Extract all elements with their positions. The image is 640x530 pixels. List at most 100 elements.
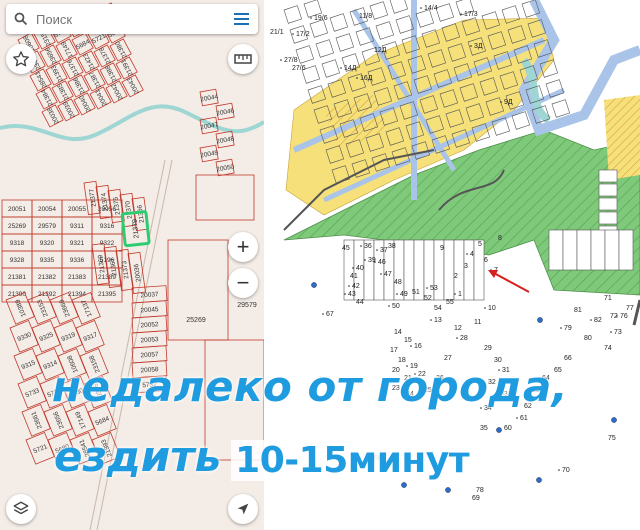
parcel[interactable]: 25269 <box>1 216 33 235</box>
parcel[interactable]: 21367 <box>103 245 122 289</box>
ruler-button[interactable] <box>228 44 258 74</box>
parcel[interactable]: 21387 <box>83 68 106 92</box>
parcel-number: 20038 <box>46 106 61 126</box>
parcel[interactable]: 5721 <box>25 431 55 465</box>
plot-number: 28 <box>460 335 468 342</box>
parcel[interactable]: 21395 <box>91 284 123 303</box>
plot-number: 52 <box>424 295 432 302</box>
parcel[interactable]: 20039 <box>57 98 80 122</box>
parcel[interactable]: 21382 <box>31 267 63 286</box>
parcel[interactable]: 23661 <box>21 403 51 437</box>
parcel[interactable]: 9335 <box>31 250 63 269</box>
parcel[interactable]: 20044 <box>199 88 220 107</box>
layers-button[interactable] <box>6 494 36 524</box>
plot-number: 41 <box>350 273 358 280</box>
parcel[interactable]: 9330 <box>9 319 39 353</box>
favorites-button[interactable] <box>6 44 36 74</box>
parcel[interactable]: 9318 <box>1 233 33 252</box>
parcel[interactable] <box>195 174 255 221</box>
parcel[interactable]: 20054 <box>31 199 63 218</box>
locate-me-button[interactable] <box>228 494 258 524</box>
plus-icon: + <box>236 234 250 259</box>
plot-number: 73 <box>614 329 622 336</box>
parcel[interactable]: 21373 <box>115 248 134 292</box>
parcel[interactable]: 9316 <box>91 216 123 235</box>
caption-travel-time: 10-15минут <box>231 440 474 481</box>
parcel[interactable]: 28541 <box>29 68 52 92</box>
parcel[interactable]: 17149 <box>55 38 78 62</box>
star-icon <box>13 51 29 67</box>
parcel-number: 21423 <box>82 52 97 72</box>
parcel[interactable]: 20041 <box>89 86 112 110</box>
parcel[interactable]: 9320 <box>31 233 63 252</box>
plot-number: 29 <box>484 345 492 352</box>
search-bar[interactable] <box>6 4 258 34</box>
parcel[interactable]: 21385 <box>51 80 74 104</box>
plot-number: 11 <box>474 319 481 326</box>
plot-number: 8 <box>498 235 502 242</box>
parcel[interactable]: 20038 <box>41 104 64 128</box>
plot-number: 61 <box>520 415 528 422</box>
parcel[interactable] <box>167 239 229 341</box>
parcel-number: 9325 <box>38 331 54 343</box>
parcel-number: 20040 <box>78 94 93 114</box>
caption-line-2: ездить 10-15минут <box>54 432 474 481</box>
parcel-number: 23661 <box>30 410 43 430</box>
parcel[interactable]: 21393 <box>45 62 68 86</box>
plot-number: 45 <box>342 245 350 252</box>
plot-number: 1 <box>458 291 462 298</box>
parcel[interactable]: 9328 <box>1 250 33 269</box>
plot-number: 19/6 <box>314 15 328 22</box>
parcel[interactable]: 21383 <box>61 267 93 286</box>
parcel[interactable]: 20040 <box>73 92 96 116</box>
search-icon[interactable] <box>6 4 36 34</box>
parcel[interactable]: 20047 <box>199 116 220 135</box>
parcel[interactable]: 21388 <box>99 62 122 86</box>
parcel[interactable]: 21423 <box>77 50 100 74</box>
parcel[interactable]: 21380 <box>109 38 132 62</box>
plot-number: 75 <box>608 435 616 442</box>
location-arrow <box>488 270 530 293</box>
parcel[interactable]: 20043 <box>121 74 144 98</box>
parcel-number: 17149 <box>60 40 75 60</box>
plot-number: 36 <box>364 243 372 250</box>
parcel-number: 21384 <box>40 88 55 108</box>
parcel-number: 9335 <box>40 257 55 264</box>
plot-number: 13 <box>434 317 442 324</box>
parcel[interactable]: 20057 <box>131 345 168 364</box>
parcel[interactable]: 21384 <box>35 86 58 110</box>
parcel[interactable]: 9321 <box>61 233 93 252</box>
parcel[interactable]: 23656 <box>39 44 62 68</box>
parcel[interactable]: 9322 <box>91 233 123 252</box>
parcel[interactable]: 9336 <box>61 250 93 269</box>
parcel[interactable]: 29579 <box>31 216 63 235</box>
hamburger-menu-icon[interactable] <box>224 4 258 34</box>
parcel[interactable]: 20049 <box>199 144 220 163</box>
parcel[interactable]: 5733 <box>17 375 47 409</box>
parcel[interactable]: 9315 <box>13 347 43 381</box>
parcel[interactable]: 9319 <box>53 319 83 353</box>
parcel[interactable]: 20045 <box>131 300 168 319</box>
parcel[interactable]: 21381 <box>1 267 33 286</box>
parcel[interactable]: 20042 <box>105 80 128 104</box>
parcel[interactable]: 9311 <box>61 216 93 235</box>
parcel-number: 20054 <box>38 206 56 213</box>
parcel[interactable]: 20051 <box>1 199 33 218</box>
parcel[interactable]: 20037 <box>131 285 168 304</box>
zoom-out-button[interactable]: − <box>228 268 258 298</box>
zoom-in-button[interactable]: + <box>228 232 258 262</box>
survey-point <box>537 317 543 323</box>
parcel[interactable]: 9317 <box>75 319 105 353</box>
parcel[interactable]: 21391 <box>115 56 138 80</box>
parcel[interactable]: 20046 <box>215 102 236 121</box>
parcel[interactable]: 20050 <box>215 158 236 177</box>
plot-number: 16 <box>414 343 422 350</box>
parcel[interactable]: 21386 <box>67 74 90 98</box>
parcel[interactable]: 21376 <box>61 56 84 80</box>
survey-point <box>536 477 542 483</box>
parcel[interactable]: 21378 <box>93 44 116 68</box>
search-input[interactable] <box>36 11 224 27</box>
parcel[interactable]: 9325 <box>31 319 61 353</box>
parcel[interactable]: 20048 <box>215 130 236 149</box>
plot-number: 17 <box>390 347 398 354</box>
